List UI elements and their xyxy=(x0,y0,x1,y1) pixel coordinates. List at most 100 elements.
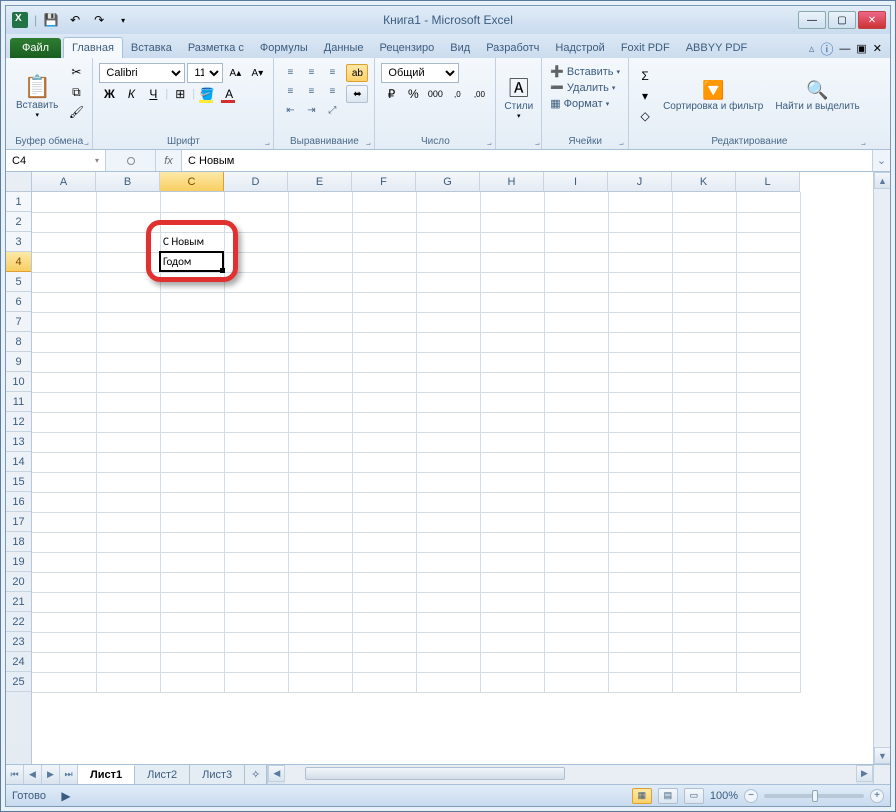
tab-data[interactable]: Данные xyxy=(316,38,372,58)
underline-button[interactable]: Ч xyxy=(143,85,163,103)
decrease-indent-icon[interactable]: ⇤ xyxy=(280,101,300,119)
percent-icon[interactable]: % xyxy=(403,85,423,103)
help-icon[interactable]: ⓘ xyxy=(820,39,833,58)
comma-icon[interactable]: 000 xyxy=(425,85,445,103)
tab-abbyy[interactable]: ABBYY PDF xyxy=(678,38,756,58)
file-tab[interactable]: Файл xyxy=(10,38,61,58)
excel-app-icon[interactable] xyxy=(10,10,30,30)
format-painter-icon[interactable]: 🖌 xyxy=(66,103,86,121)
row-header-8[interactable]: 8 xyxy=(6,332,31,352)
increase-font-icon[interactable]: A▴ xyxy=(225,64,245,82)
sheet-last-icon[interactable]: ⏭ xyxy=(60,765,78,784)
format-cells-button[interactable]: ▦Формат▾ xyxy=(548,96,611,111)
close-button[interactable]: ✕ xyxy=(858,11,886,29)
tab-developer[interactable]: Разработч xyxy=(478,38,547,58)
tab-view[interactable]: Вид xyxy=(442,38,478,58)
select-all-corner[interactable] xyxy=(6,172,32,192)
row-header-19[interactable]: 19 xyxy=(6,552,31,572)
currency-icon[interactable]: ₽ xyxy=(381,85,401,103)
fill-icon[interactable]: ▾ xyxy=(635,87,655,105)
sheet-next-icon[interactable]: ▶ xyxy=(42,765,60,784)
sheet-tab-2[interactable]: Лист2 xyxy=(135,765,190,784)
col-header-J[interactable]: J xyxy=(608,172,672,191)
zoom-slider[interactable] xyxy=(764,794,864,798)
tab-home[interactable]: Главная xyxy=(63,37,123,58)
copy-icon[interactable]: ⧉ xyxy=(66,83,86,101)
tab-review[interactable]: Рецензиро xyxy=(372,38,443,58)
col-header-L[interactable]: L xyxy=(736,172,800,191)
sheet-first-icon[interactable]: ⏮ xyxy=(6,765,24,784)
formula-input[interactable]: С Новым xyxy=(182,150,872,171)
fx-button[interactable]: fx xyxy=(156,150,182,171)
redo-icon[interactable]: ↷ xyxy=(89,10,109,30)
tab-foxit[interactable]: Foxit PDF xyxy=(613,38,678,58)
sheet-tab-1[interactable]: Лист1 xyxy=(78,765,135,784)
align-bottom-icon[interactable]: ≡ xyxy=(322,63,342,81)
row-header-10[interactable]: 10 xyxy=(6,372,31,392)
hscroll-thumb[interactable] xyxy=(305,767,565,780)
merge-center-button[interactable]: ⬌ xyxy=(346,85,368,103)
row-header-21[interactable]: 21 xyxy=(6,592,31,612)
col-header-A[interactable]: A xyxy=(32,172,96,191)
paste-button[interactable]: 📋 Вставить ▾ xyxy=(12,63,62,129)
zoom-knob[interactable] xyxy=(812,790,818,802)
undo-icon[interactable]: ↶ xyxy=(65,10,85,30)
scroll-right-icon[interactable]: ▶ xyxy=(856,765,873,782)
macro-record-icon[interactable]: ▶ xyxy=(56,787,76,805)
italic-button[interactable]: К xyxy=(121,85,141,103)
tab-addins[interactable]: Надстрой xyxy=(547,38,612,58)
row-header-24[interactable]: 24 xyxy=(6,652,31,672)
row-header-3[interactable]: 3 xyxy=(6,232,31,252)
cells-area[interactable]: С Новым Годом xyxy=(32,192,873,764)
cut-icon[interactable]: ✂ xyxy=(66,63,86,81)
orientation-icon[interactable]: ⤢ xyxy=(322,101,342,119)
scroll-up-icon[interactable]: ▲ xyxy=(874,172,890,189)
col-header-E[interactable]: E xyxy=(288,172,352,191)
col-header-F[interactable]: F xyxy=(352,172,416,191)
vertical-scrollbar[interactable]: ▲ ▼ xyxy=(873,172,890,764)
align-left-icon[interactable]: ≡ xyxy=(280,82,300,100)
workbook-close-icon[interactable]: ✕ xyxy=(873,42,882,55)
row-header-14[interactable]: 14 xyxy=(6,452,31,472)
insert-cells-button[interactable]: ➕Вставить▾ xyxy=(548,64,622,79)
minimize-button[interactable]: — xyxy=(798,11,826,29)
font-color-icon[interactable]: A xyxy=(219,85,239,103)
sheet-tab-3[interactable]: Лист3 xyxy=(190,765,245,784)
tab-formulas[interactable]: Формулы xyxy=(252,38,316,58)
row-header-2[interactable]: 2 xyxy=(6,212,31,232)
row-header-16[interactable]: 16 xyxy=(6,492,31,512)
row-header-11[interactable]: 11 xyxy=(6,392,31,412)
number-format-select[interactable]: Общий xyxy=(381,63,459,83)
col-header-H[interactable]: H xyxy=(480,172,544,191)
normal-view-icon[interactable]: ▦ xyxy=(632,788,652,804)
new-sheet-button[interactable]: ✧ xyxy=(245,765,267,784)
name-box[interactable]: C4▾ xyxy=(6,150,106,171)
expand-formula-bar-icon[interactable]: ⌄ xyxy=(872,150,890,171)
row-header-1[interactable]: 1 xyxy=(6,192,31,212)
row-header-15[interactable]: 15 xyxy=(6,472,31,492)
page-layout-view-icon[interactable]: ▤ xyxy=(658,788,678,804)
zoom-in-button[interactable]: + xyxy=(870,789,884,803)
row-header-5[interactable]: 5 xyxy=(6,272,31,292)
sheet-prev-icon[interactable]: ◀ xyxy=(24,765,42,784)
decrease-font-icon[interactable]: A▾ xyxy=(247,64,267,82)
row-header-6[interactable]: 6 xyxy=(6,292,31,312)
scroll-down-icon[interactable]: ▼ xyxy=(874,747,890,764)
clear-icon[interactable]: ◇ xyxy=(635,107,655,125)
row-header-9[interactable]: 9 xyxy=(6,352,31,372)
minimize-ribbon-icon[interactable]: ▵ xyxy=(809,42,815,55)
font-name-select[interactable]: Calibri xyxy=(99,63,185,83)
row-header-22[interactable]: 22 xyxy=(6,612,31,632)
col-header-G[interactable]: G xyxy=(416,172,480,191)
row-header-23[interactable]: 23 xyxy=(6,632,31,652)
tab-pagelayout[interactable]: Разметка с xyxy=(180,38,252,58)
align-top-icon[interactable]: ≡ xyxy=(280,63,300,81)
align-center-icon[interactable]: ≡ xyxy=(301,82,321,100)
delete-cells-button[interactable]: ➖Удалить▾ xyxy=(548,80,617,95)
autosum-icon[interactable]: Σ xyxy=(635,67,655,85)
align-middle-icon[interactable]: ≡ xyxy=(301,63,321,81)
hscroll-track[interactable] xyxy=(285,765,856,784)
row-header-12[interactable]: 12 xyxy=(6,412,31,432)
horizontal-scrollbar[interactable]: ◀ ▶ xyxy=(267,765,873,784)
page-break-view-icon[interactable]: ▭ xyxy=(684,788,704,804)
